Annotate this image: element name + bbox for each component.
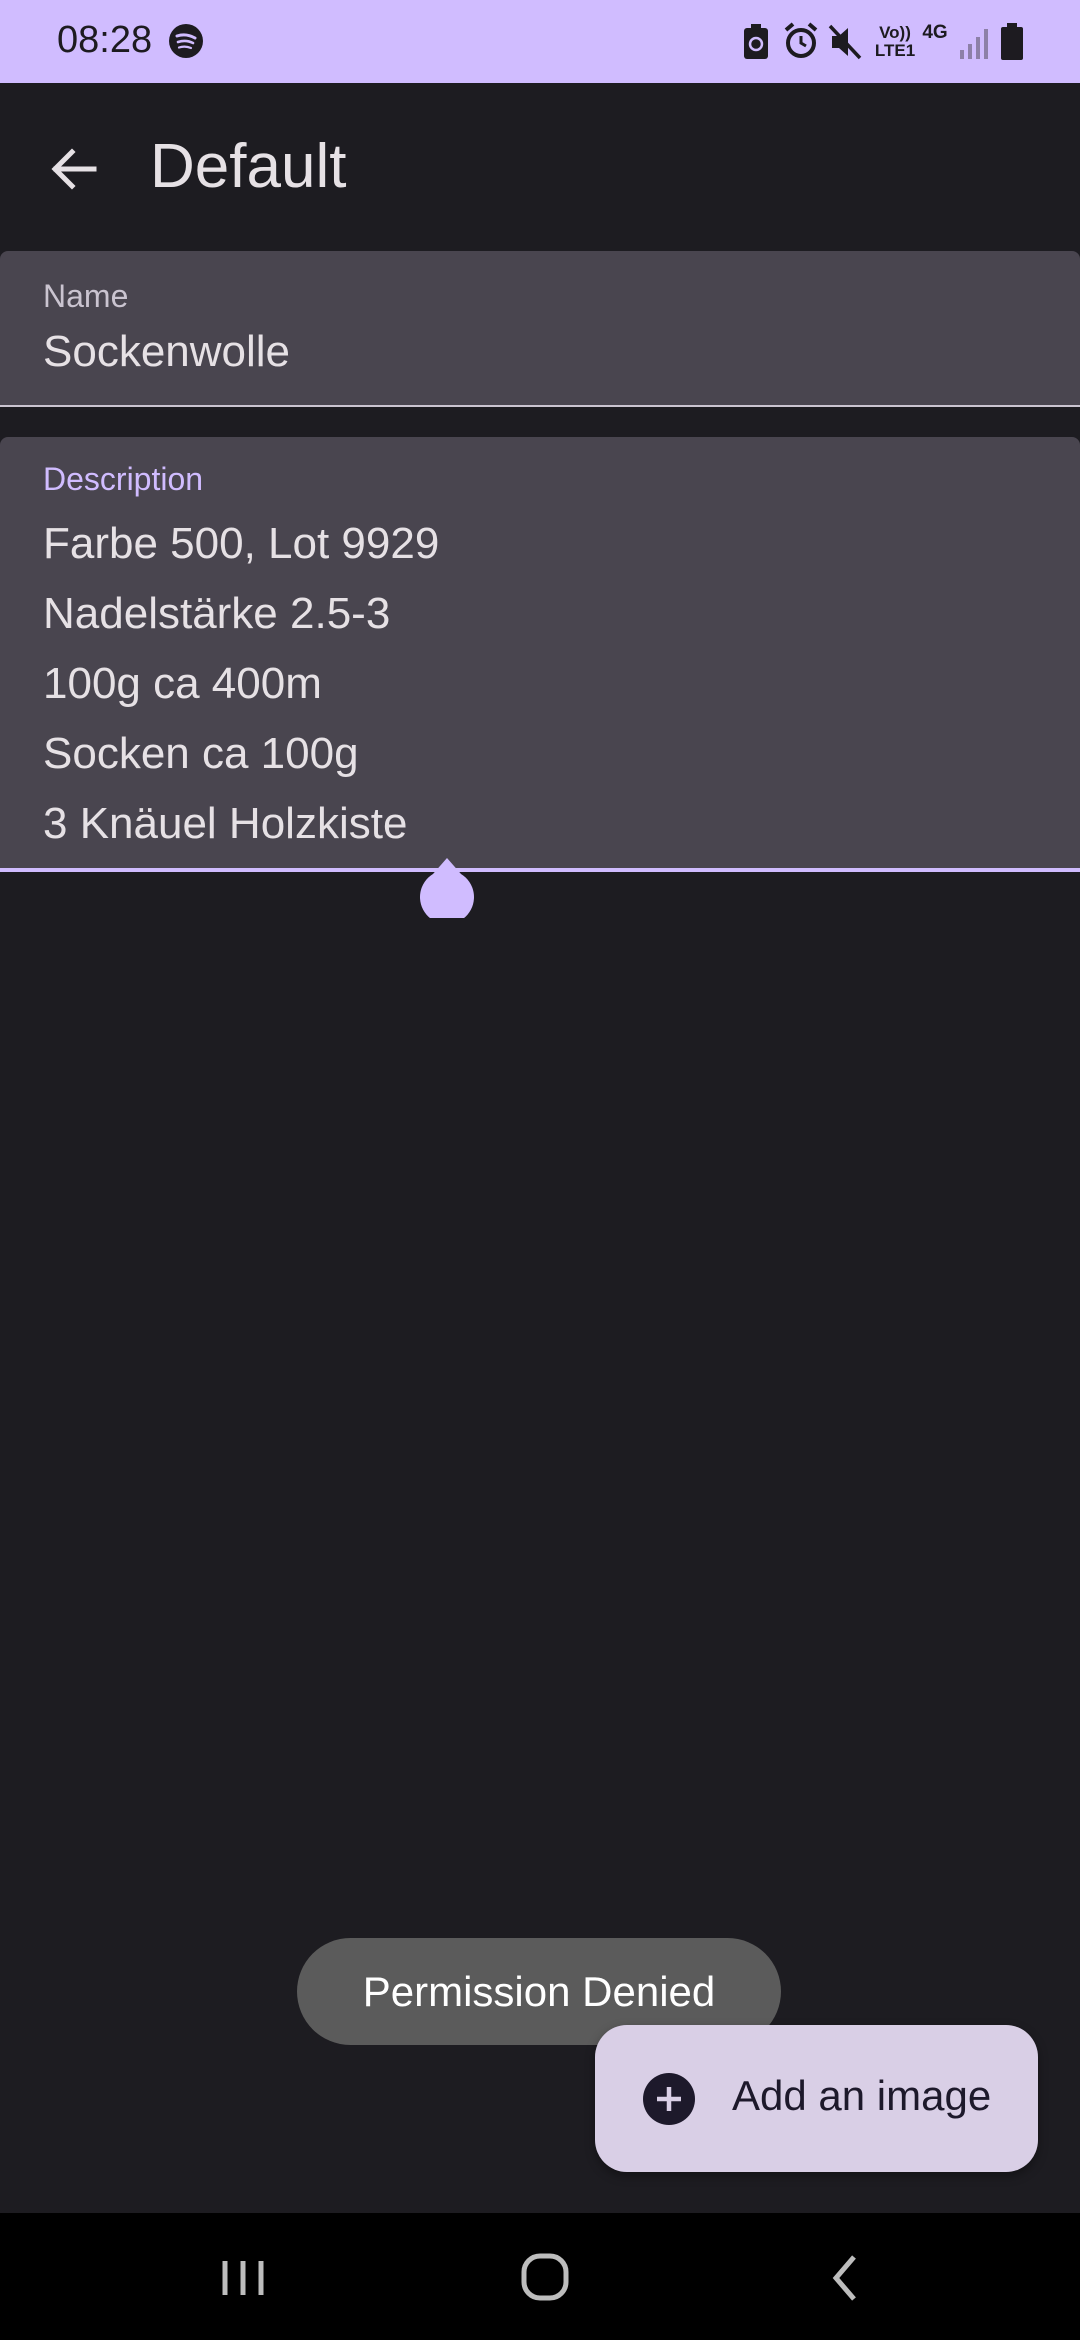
network-type: 4G [922, 22, 948, 43]
description-field-value[interactable]: Farbe 500, Lot 9929 Nadelstärke 2.5-3 10… [43, 509, 439, 859]
page-title: Default [150, 132, 347, 201]
add-circle-icon [643, 2073, 695, 2125]
spotify-icon [169, 24, 203, 58]
status-time: 08:28 [57, 19, 153, 61]
status-bar: 08:28 Vo)) LTE1 4G [0, 0, 1080, 83]
name-field[interactable]: Name Sockenwolle [0, 251, 1080, 407]
home-icon[interactable] [505, 2243, 585, 2313]
add-image-button[interactable]: Add an image [595, 2025, 1038, 2172]
name-field-label: Name [43, 278, 129, 314]
recents-icon[interactable] [203, 2243, 283, 2313]
description-line: Socken ca 100g [43, 729, 359, 778]
back-icon[interactable] [806, 2243, 886, 2313]
description-field-label: Description [43, 461, 204, 497]
add-image-label: Add an image [732, 2072, 992, 2119]
description-line: 100g ca 400m [43, 659, 322, 708]
description-field[interactable]: Description Farbe 500, Lot 9929 Nadelstä… [0, 437, 1080, 872]
battery-saver-icon [744, 24, 768, 59]
alarm-icon [784, 22, 818, 58]
description-line: 3 Knäuel Holzkiste [43, 799, 408, 848]
description-line: Farbe 500, Lot 9929 [43, 519, 440, 568]
lte-indicator: Vo)) LTE1 [874, 23, 916, 60]
signal-icon [960, 29, 988, 59]
arrow-back-icon[interactable] [38, 133, 110, 205]
top-app-bar: Default [0, 83, 1080, 251]
description-line: Nadelstärke 2.5-3 [43, 589, 391, 638]
text-cursor-handle[interactable] [419, 856, 475, 918]
system-nav-bar [0, 2213, 1080, 2340]
name-field-value[interactable]: Sockenwolle [43, 327, 290, 377]
battery-icon [1001, 23, 1023, 60]
mute-icon [828, 24, 862, 60]
